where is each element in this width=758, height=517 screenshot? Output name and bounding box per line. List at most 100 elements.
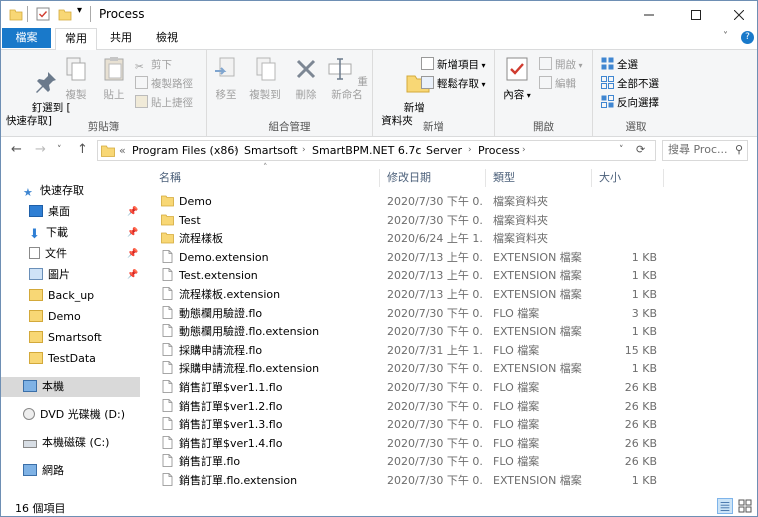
tab-view[interactable]: 檢視	[147, 28, 187, 49]
file-row[interactable]: Test.extension 2020/7/13 上午 0... EXTENSION…	[151, 267, 671, 286]
column-divider[interactable]	[485, 169, 486, 187]
nav-back-up[interactable]: Back_up	[29, 286, 94, 306]
refresh-icon[interactable]: ⟳	[636, 143, 645, 156]
pin-icon[interactable]: 📌	[127, 228, 138, 238]
folder-row[interactable]: Test 2020/7/30 下午 0... 檔案資料夾	[151, 212, 671, 231]
select-all-button[interactable]: 全選	[601, 57, 638, 73]
copy-to-button[interactable]: 複製到	[245, 55, 285, 102]
pin-icon[interactable]: 📌	[127, 249, 138, 259]
breadcrumb-separator-icon[interactable]: ›	[302, 145, 306, 155]
open-button[interactable]: 開啟 ▾	[539, 57, 583, 73]
pin-icon[interactable]: 📌	[127, 270, 138, 280]
column-header-date[interactable]: 修改日期	[387, 167, 431, 189]
tab-share[interactable]: 共用	[101, 28, 141, 49]
pin-icon[interactable]: 📌	[127, 207, 138, 217]
invert-selection-icon	[601, 95, 614, 108]
nav-pictures[interactable]: 圖片	[29, 265, 70, 285]
quick-access-dropdown-icon[interactable]: ▾	[77, 5, 82, 21]
back-arrow-icon[interactable]: ←	[11, 142, 22, 157]
invert-selection-button[interactable]: 反向選擇	[601, 95, 659, 111]
file-name: 銷售訂單$ver1.3.flo	[179, 418, 283, 432]
nav-local-disk[interactable]: 本機磁碟 (C:)	[23, 433, 109, 453]
move-to-button[interactable]: 移至	[209, 55, 243, 102]
file-name: 銷售訂單.flo	[179, 455, 241, 469]
select-none-button[interactable]: 全部不選	[601, 76, 659, 92]
delete-button[interactable]: 刪除	[289, 55, 323, 102]
file-name: 銷售訂單$ver1.4.flo	[179, 436, 283, 450]
file-name: 採購申請流程.flo.extension	[179, 362, 320, 376]
breadcrumb-item[interactable]: Process	[478, 144, 520, 157]
properties-button[interactable]: 內容 ▾	[499, 55, 535, 102]
breadcrumb-overflow[interactable]: «	[119, 144, 126, 157]
file-date: 2020/7/30 下午 0...	[387, 399, 483, 413]
new-item-button[interactable]: 新增項目 ▾	[421, 57, 486, 73]
file-row[interactable]: 動態欄用驗證.flo 2020/7/30 下午 0... FLO 檔案 3 KB	[151, 305, 671, 324]
column-divider[interactable]	[591, 169, 592, 187]
recent-locations-chevron-icon[interactable]: ˅	[57, 145, 62, 155]
file-row[interactable]: 銷售訂單$ver1.1.flo 2020/7/30 下午 0... FLO 檔案 26…	[151, 379, 671, 398]
file-row[interactable]: 銷售訂單$ver1.4.flo 2020/7/30 下午 0... FLO 檔案 26…	[151, 435, 671, 454]
column-header-name[interactable]: 名稱	[159, 167, 181, 189]
column-header-type[interactable]: 類型	[493, 167, 515, 189]
nav-demo[interactable]: Demo	[29, 307, 81, 327]
paste-button[interactable]: 貼上	[97, 55, 131, 102]
new-folder-quick-icon[interactable]	[58, 6, 72, 22]
search-input[interactable]: 搜尋 Proc... ⚲	[662, 140, 748, 161]
minimize-button[interactable]	[631, 1, 667, 28]
file-row[interactable]: 動態欄用驗證.flo.extension 2020/7/30 下午 0... EXT…	[151, 323, 671, 342]
copy-button[interactable]: 複製	[59, 55, 93, 102]
file-icon	[162, 287, 173, 300]
help-icon[interactable]: ?	[741, 31, 754, 44]
nav-documents[interactable]: 文件	[29, 244, 67, 264]
tab-home[interactable]: 常用	[55, 28, 97, 50]
nav-downloads[interactable]: ⬇ 下載	[29, 223, 68, 243]
nav-testdata[interactable]: TestData	[29, 349, 96, 369]
paste-shortcut-button[interactable]: 貼上捷徑	[135, 95, 193, 111]
breadcrumb-item[interactable]: Smartsoft	[244, 144, 298, 157]
ribbon-collapse-icon[interactable]: ˅	[723, 31, 728, 42]
copy-path-button[interactable]: 複製路徑	[135, 76, 193, 92]
file-row[interactable]: 銷售訂單$ver1.2.flo 2020/7/30 下午 0... FLO 檔案 26…	[151, 398, 671, 417]
nav-quick-access[interactable]: ★ 快速存取	[23, 181, 84, 201]
folder-row[interactable]: Demo 2020/7/30 下午 0... 檔案資料夾	[151, 193, 671, 212]
breadcrumb-item[interactable]: Server	[426, 144, 462, 157]
breadcrumb-separator-icon[interactable]: ›	[468, 145, 472, 155]
forward-arrow-icon[interactable]: →	[35, 142, 46, 157]
address-dropdown-icon[interactable]: ˅	[619, 145, 624, 155]
file-row[interactable]: 採購申請流程.flo 2020/7/31 上午 1... FLO 檔案 15 KB	[151, 342, 671, 361]
breadcrumb-separator-icon[interactable]: ›	[416, 145, 420, 155]
breadcrumb-separator-icon[interactable]: ›	[234, 145, 238, 155]
column-divider[interactable]	[663, 169, 664, 187]
file-name-cell: 銷售訂單.flo	[161, 453, 381, 471]
column-header-size[interactable]: 大小	[599, 167, 621, 189]
maximize-button[interactable]	[678, 1, 714, 28]
edit-button[interactable]: 編輯	[539, 76, 576, 92]
breadcrumb-item[interactable]: SmartBPM.NET 6.7c	[312, 144, 421, 157]
file-row[interactable]: 流程樣板.extension 2020/7/13 上午 0... EXTENSION…	[151, 286, 671, 305]
file-row[interactable]: 銷售訂單.flo 2020/7/30 下午 0... FLO 檔案 26 KB	[151, 453, 671, 472]
invert-selection-label: 反向選擇	[617, 97, 659, 109]
breadcrumb-separator-icon[interactable]: ›	[522, 145, 526, 155]
details-view-icon[interactable]	[717, 498, 733, 514]
large-icons-view-icon[interactable]	[737, 498, 753, 514]
tab-file[interactable]: 檔案	[2, 28, 51, 48]
cut-button[interactable]: ✂ 剪下	[135, 57, 172, 73]
up-arrow-icon[interactable]: ↑	[77, 142, 88, 157]
rename-button[interactable]: 重新命名	[325, 55, 369, 102]
nav-dvd-drive[interactable]: DVD 光碟機 (D:)	[23, 405, 125, 425]
folder-row[interactable]: 流程樣板 2020/6/24 上午 1... 檔案資料夾	[151, 230, 671, 249]
nav-this-pc[interactable]: 本機	[1, 377, 140, 397]
column-divider[interactable]	[379, 169, 380, 187]
breadcrumb-item[interactable]: Program Files (x86)	[132, 144, 239, 157]
nav-smartsoft[interactable]: Smartsoft	[29, 328, 102, 348]
file-row[interactable]: 採購申請流程.flo.extension 2020/7/30 下午 0... EXT…	[151, 360, 671, 379]
close-button[interactable]	[721, 1, 757, 28]
file-row[interactable]: 銷售訂單$ver1.3.flo 2020/7/30 下午 0... FLO 檔案 26…	[151, 416, 671, 435]
properties-quick-icon[interactable]	[36, 6, 50, 22]
nav-network[interactable]: 網路	[23, 461, 64, 481]
file-row[interactable]: 銷售訂單.flo.extension 2020/7/30 下午 0... EXTEN…	[151, 472, 671, 491]
nav-desktop[interactable]: 桌面	[29, 202, 70, 222]
file-row[interactable]: Demo.extension 2020/7/13 上午 0... EXTENSION…	[151, 249, 671, 268]
easy-access-button[interactable]: 輕鬆存取 ▾	[421, 76, 486, 92]
address-bar[interactable]: « Program Files (x86) › Smartsoft › Smar…	[97, 140, 656, 161]
